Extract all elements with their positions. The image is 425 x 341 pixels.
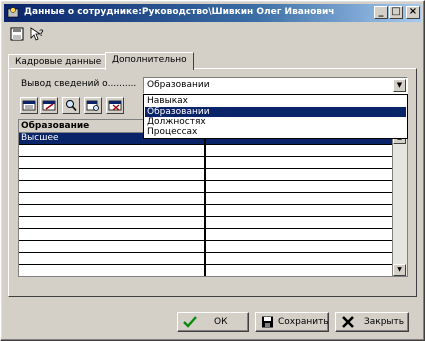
- title-bar[interactable]: Данные о сотруднике:Руководство\Шивкин О…: [4, 4, 421, 22]
- magnifier-icon: [66, 100, 77, 112]
- help-icon[interactable]: ?: [29, 26, 45, 42]
- table-row[interactable]: [19, 169, 394, 181]
- minimize-button[interactable]: _: [374, 6, 388, 19]
- ok-button[interactable]: ОК: [177, 312, 249, 332]
- info-output-label: Вывод сведений о..........: [21, 79, 137, 89]
- dropdown-option-skills[interactable]: Навыках: [145, 96, 406, 106]
- info-type-dropdown: Навыках Образовании Должностях Процессах: [143, 94, 408, 139]
- chevron-down-icon[interactable]: ▼: [393, 79, 406, 92]
- close-x-icon: [342, 316, 354, 328]
- save-icon[interactable]: [9, 26, 25, 42]
- add-record-icon: [22, 100, 36, 111]
- table-row[interactable]: [19, 217, 394, 229]
- close-window-button[interactable]: ×: [406, 6, 420, 19]
- table-row[interactable]: [19, 145, 394, 157]
- table-row[interactable]: [19, 193, 394, 205]
- delete-record-icon: [108, 100, 122, 111]
- combo-value: Образовании: [147, 80, 210, 90]
- save-icon: [262, 316, 273, 328]
- find-record-button[interactable]: [62, 97, 80, 114]
- edit-record-icon: [42, 100, 56, 111]
- table-row[interactable]: [19, 241, 394, 253]
- dropdown-option-education[interactable]: Образовании: [145, 107, 406, 117]
- record-view-icon: [86, 100, 99, 111]
- table-row[interactable]: [19, 253, 394, 265]
- table-row[interactable]: [19, 181, 394, 193]
- tab-additional[interactable]: Дополнительно: [105, 52, 194, 70]
- table-cell: Высшее: [21, 133, 59, 143]
- table-row[interactable]: [19, 205, 394, 217]
- maximize-button[interactable]: □: [389, 6, 403, 19]
- column-header-education[interactable]: Образование: [21, 121, 89, 131]
- scroll-down-icon[interactable]: ▼: [393, 264, 406, 276]
- employee-data-window: Данные о сотруднике:Руководство\Шивкин О…: [0, 0, 425, 341]
- dropdown-option-positions[interactable]: Должностях: [145, 117, 406, 127]
- view-record-button[interactable]: [84, 97, 102, 114]
- svg-text:?: ?: [39, 29, 44, 39]
- column-divider[interactable]: [204, 120, 206, 276]
- add-record-button[interactable]: [20, 97, 38, 114]
- save-button-label: Сохранить: [278, 317, 329, 327]
- table-row[interactable]: [19, 157, 394, 169]
- close-button[interactable]: Закрыть: [335, 312, 409, 332]
- window-title: Данные о сотруднике:Руководство\Шивкин О…: [24, 7, 335, 17]
- vertical-scrollbar[interactable]: ▲ ▼: [392, 132, 407, 276]
- ok-button-label: ОК: [214, 317, 228, 327]
- delete-record-button[interactable]: [106, 97, 124, 114]
- checkmark-icon: [183, 316, 197, 328]
- education-grid[interactable]: Образование Высшее ▲ ▼: [18, 119, 408, 277]
- info-type-combobox[interactable]: Образовании ▼: [143, 77, 408, 94]
- table-row[interactable]: [19, 265, 394, 276]
- dropdown-option-processes[interactable]: Процессах: [145, 127, 406, 137]
- table-row[interactable]: [19, 229, 394, 241]
- edit-record-button[interactable]: [40, 97, 58, 114]
- close-button-label: Закрыть: [364, 317, 405, 327]
- save-button[interactable]: Сохранить: [255, 312, 329, 332]
- app-icon: [7, 7, 19, 18]
